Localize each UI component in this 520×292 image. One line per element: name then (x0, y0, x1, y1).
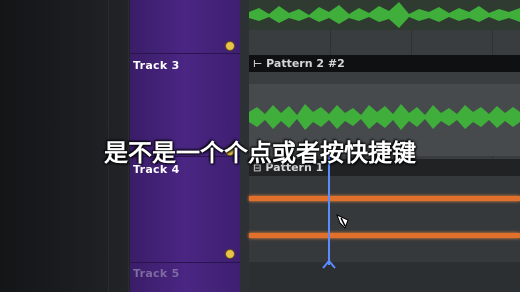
track-3-mute-button[interactable] (225, 41, 235, 51)
track-3-label[interactable]: Track 3 (133, 59, 180, 72)
note-bar[interactable] (249, 233, 520, 238)
playhead-arrow-icon[interactable] (322, 259, 336, 269)
track-5-lane[interactable] (249, 262, 520, 292)
track-5-mute-button[interactable] (225, 249, 235, 259)
track-5-label[interactable]: Track 5 (133, 267, 180, 280)
note-bar[interactable] (249, 196, 520, 201)
video-subtitle: 是不是一个个点或者按快捷键 (104, 139, 416, 167)
pattern-name: Pattern 2 #2 (266, 57, 345, 70)
pattern-icon: ⊢ (253, 59, 263, 70)
track-separator (130, 262, 240, 263)
paint-cursor-icon (336, 214, 349, 229)
track-separator (130, 53, 240, 54)
audio-clip-waveform[interactable] (249, 0, 520, 30)
pattern-clip-header[interactable]: ⊢ Pattern 2 #2 (249, 55, 520, 72)
pattern-clip-body[interactable] (249, 176, 520, 262)
